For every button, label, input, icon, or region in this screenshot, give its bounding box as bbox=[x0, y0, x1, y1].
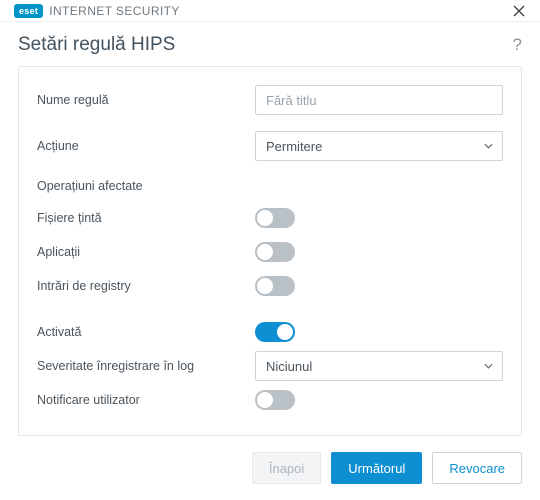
settings-panel: Nume regulă Acțiune Permitere Operațiuni… bbox=[18, 66, 522, 436]
rule-name-input[interactable] bbox=[255, 85, 503, 115]
target-files-label: Fișiere țintă bbox=[37, 211, 255, 225]
back-button: Înapoi bbox=[252, 452, 321, 484]
registry-entries-toggle[interactable] bbox=[255, 276, 295, 296]
affected-operations-heading: Operațiuni afectate bbox=[37, 163, 503, 201]
chevron-down-icon bbox=[483, 361, 494, 372]
brand-badge: eset bbox=[14, 4, 43, 18]
enabled-toggle[interactable] bbox=[255, 322, 295, 342]
header: Setări regulă HIPS ? bbox=[0, 22, 540, 66]
cancel-button[interactable]: Revocare bbox=[432, 452, 522, 484]
chevron-down-icon bbox=[483, 141, 494, 152]
registry-entries-label: Intrări de registry bbox=[37, 279, 255, 293]
notify-user-label: Notificare utilizator bbox=[37, 393, 255, 407]
notify-user-toggle[interactable] bbox=[255, 390, 295, 410]
log-severity-label: Severitate înregistrare în log bbox=[37, 359, 255, 373]
action-select-value: Permitere bbox=[266, 139, 322, 154]
titlebar: eset INTERNET SECURITY bbox=[0, 0, 540, 22]
action-label: Acțiune bbox=[37, 139, 255, 153]
footer: Înapoi Următorul Revocare bbox=[0, 436, 540, 500]
rule-name-label: Nume regulă bbox=[37, 93, 255, 107]
page-title: Setări regulă HIPS bbox=[18, 34, 175, 56]
log-severity-select[interactable]: Niciunul bbox=[255, 351, 503, 381]
target-files-toggle[interactable] bbox=[255, 208, 295, 228]
close-icon[interactable] bbox=[510, 2, 528, 20]
applications-toggle[interactable] bbox=[255, 242, 295, 262]
help-icon[interactable]: ? bbox=[513, 35, 522, 55]
action-select[interactable]: Permitere bbox=[255, 131, 503, 161]
applications-label: Aplicații bbox=[37, 245, 255, 259]
log-severity-value: Niciunul bbox=[266, 359, 312, 374]
brand-name: INTERNET SECURITY bbox=[49, 4, 180, 18]
next-button[interactable]: Următorul bbox=[331, 452, 422, 484]
enabled-label: Activată bbox=[37, 325, 255, 339]
